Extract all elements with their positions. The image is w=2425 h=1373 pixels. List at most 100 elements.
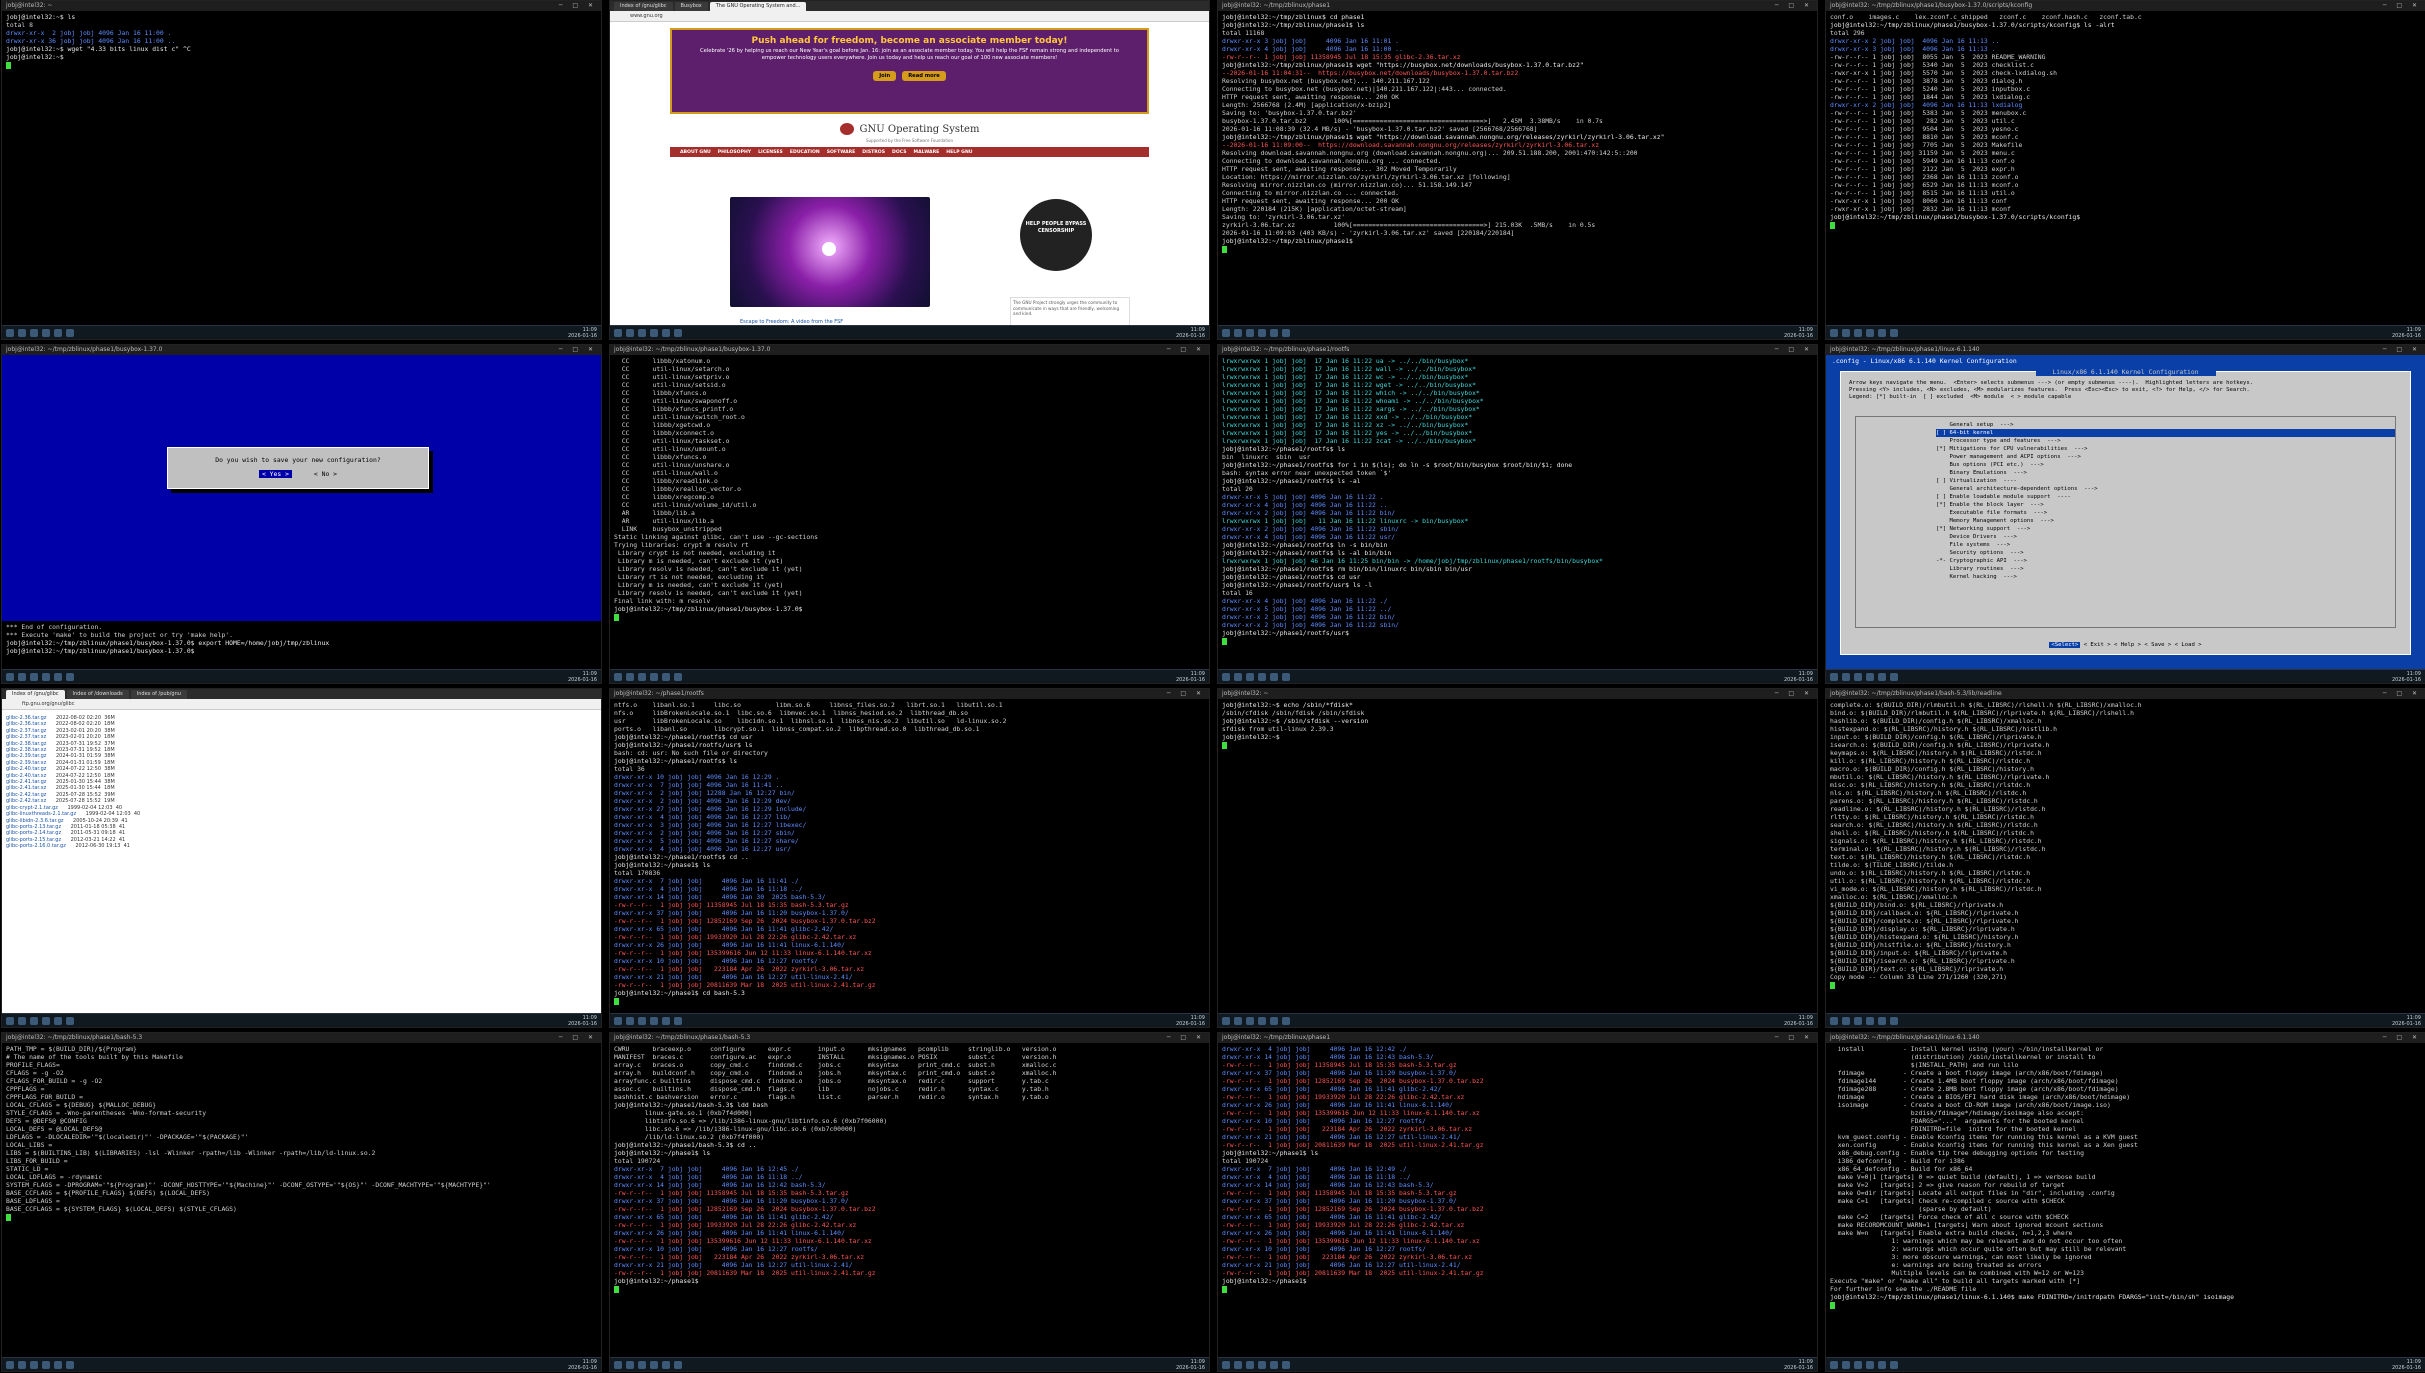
menuconfig-button[interactable]: < Save > — [2144, 642, 2171, 648]
file-link[interactable]: glibc-2.36.tar.gz — [6, 715, 46, 721]
window-controls[interactable]: ─ □ ✕ — [2383, 689, 2425, 699]
taskbar-app-icon[interactable] — [626, 1016, 634, 1025]
nav-item[interactable]: HELP GNU — [946, 150, 972, 155]
taskbar-app-icon[interactable] — [1234, 1360, 1242, 1369]
file-link[interactable]: glibc-2.40.tar.xz — [6, 773, 46, 779]
file-link[interactable]: glibc-2.40.tar.gz — [6, 766, 46, 772]
taskbar-app-icon[interactable] — [1854, 1016, 1862, 1025]
taskbar-app-icon[interactable] — [1258, 1360, 1266, 1369]
taskbar-app-icon[interactable] — [614, 672, 622, 681]
taskbar-app-icon[interactable] — [626, 672, 634, 681]
taskbar-app-icon[interactable] — [1234, 672, 1242, 681]
taskbar-app-icon[interactable] — [6, 672, 14, 681]
window-controls[interactable]: ─ □ ✕ — [1775, 689, 1817, 699]
browser-tab[interactable]: Busybox — [674, 2, 708, 11]
window-controls[interactable]: ─ □ ✕ — [1167, 689, 1209, 699]
menuconfig-button[interactable]: <Select> — [2049, 642, 2081, 648]
file-link[interactable]: glibc-2.42.tar.xz — [6, 798, 46, 804]
file-link[interactable]: glibc-2.39.tar.xz — [6, 760, 46, 766]
browser-tab[interactable]: Index of /gnu/glibc — [6, 690, 65, 699]
window-controls[interactable]: ─ □ ✕ — [1775, 1, 1817, 11]
file-link[interactable]: glibc-2.41.tar.xz — [6, 785, 46, 791]
taskbar-app-icon[interactable] — [650, 672, 658, 681]
taskbar-app-icon[interactable] — [638, 1016, 646, 1025]
taskbar-app-icon[interactable] — [54, 1016, 62, 1025]
taskbar-app-icon[interactable] — [1854, 328, 1862, 337]
menuconfig-item[interactable]: General architecture-dependent options -… — [1936, 485, 2395, 493]
menuconfig-item[interactable]: -*- Cryptographic API ---> — [1936, 557, 2395, 565]
file-link[interactable]: glibc-ports-2.15.tar.gz — [6, 837, 61, 843]
taskbar-app-icon[interactable] — [1830, 1016, 1838, 1025]
taskbar-app-icon[interactable] — [1246, 672, 1254, 681]
taskbar-app-icon[interactable] — [1222, 1360, 1230, 1369]
file-link[interactable]: glibc-ports-2.16.0.tar.gz — [6, 843, 66, 849]
window-controls[interactable]: ─ □ ✕ — [2383, 345, 2425, 355]
file-link[interactable]: glibc-2.37.tar.xz — [6, 734, 46, 740]
taskbar-app-icon[interactable] — [650, 328, 658, 337]
menuconfig-item[interactable]: [*] Mitigations for CPU vulnerabilities … — [1936, 445, 2395, 453]
address-bar[interactable]: ftp.gnu.org/gnu/glibc — [2, 699, 601, 710]
taskbar-app-icon[interactable] — [1258, 672, 1266, 681]
terminal-output[interactable]: complete.o: $(BUILD_DIR)/rlmbutil.h $(RL… — [1826, 699, 2425, 1013]
window-controls[interactable]: ─ □ ✕ — [1775, 345, 1817, 355]
browser-tab[interactable]: Index of /downloads — [66, 690, 129, 699]
terminal-output[interactable]: jobj@intel32:~$ ls total 8 drwxr-xr-x 2 jo… — [2, 11, 601, 325]
window-controls[interactable]: ─ □ ✕ — [559, 1033, 601, 1043]
taskbar-app-icon[interactable] — [18, 328, 26, 337]
window-controls[interactable]: ─ □ ✕ — [559, 1, 601, 11]
taskbar-app-icon[interactable] — [1222, 1016, 1230, 1025]
file-link[interactable]: glibc-2.39.tar.gz — [6, 753, 46, 759]
join-button[interactable]: Join — [873, 71, 897, 81]
menuconfig-button[interactable]: < Exit > — [2084, 642, 2111, 648]
taskbar-app-icon[interactable] — [1890, 1360, 1898, 1369]
menuconfig-item[interactable]: [ ] 64-bit kernel — [1936, 429, 2395, 437]
taskbar-app-icon[interactable] — [1830, 328, 1838, 337]
taskbar-app-icon[interactable] — [1270, 1016, 1278, 1025]
taskbar-app-icon[interactable] — [6, 328, 14, 337]
taskbar-app-icon[interactable] — [626, 1360, 634, 1369]
menuconfig-item[interactable]: Power management and ACPI options ---> — [1936, 453, 2395, 461]
taskbar-app-icon[interactable] — [6, 1360, 14, 1369]
taskbar-app-icon[interactable] — [1866, 1016, 1874, 1025]
taskbar-app-icon[interactable] — [674, 1360, 682, 1369]
taskbar-app-icon[interactable] — [1222, 328, 1230, 337]
menuconfig-item[interactable]: [*] Networking support ---> — [1936, 525, 2395, 533]
taskbar-app-icon[interactable] — [1890, 672, 1898, 681]
taskbar-app-icon[interactable] — [66, 672, 74, 681]
taskbar-app-icon[interactable] — [66, 328, 74, 337]
video-player[interactable] — [730, 197, 930, 307]
taskbar-app-icon[interactable] — [42, 328, 50, 337]
yes-button[interactable]: < Yes > — [258, 470, 292, 478]
taskbar-app-icon[interactable] — [1878, 1016, 1886, 1025]
taskbar-app-icon[interactable] — [614, 1016, 622, 1025]
window-controls[interactable]: ─ □ ✕ — [1167, 345, 1209, 355]
file-link[interactable]: glibc-libidn-2.3.6.tar.gz — [6, 818, 64, 824]
taskbar-app-icon[interactable] — [1878, 672, 1886, 681]
taskbar-app-icon[interactable] — [30, 328, 38, 337]
file-link[interactable]: glibc-2.41.tar.gz — [6, 779, 46, 785]
taskbar-app-icon[interactable] — [1258, 1016, 1266, 1025]
menuconfig-item[interactable]: Memory Management options ---> — [1936, 517, 2395, 525]
window-controls[interactable]: ─ □ ✕ — [2383, 1033, 2425, 1043]
terminal-output[interactable]: install - Install kernel using (your) ~/… — [1826, 1043, 2425, 1357]
no-button[interactable]: < No > — [314, 470, 337, 478]
file-link[interactable]: glibc-2.38.tar.gz — [6, 741, 46, 747]
taskbar-app-icon[interactable] — [30, 1360, 38, 1369]
taskbar-app-icon[interactable] — [1878, 328, 1886, 337]
address-bar[interactable]: www.gnu.org — [610, 11, 1209, 22]
file-link[interactable]: glibc-2.37.tar.gz — [6, 728, 46, 734]
terminal-output[interactable]: ntfs.o libanl.so.1 libc.so libm.so.6 lib… — [610, 699, 1209, 1013]
taskbar-app-icon[interactable] — [638, 328, 646, 337]
window-controls[interactable]: ─ □ ✕ — [559, 345, 601, 355]
nav-item[interactable]: MALWARE — [914, 150, 940, 155]
terminal-output[interactable]: drwxr-xr-x 4 jobj jobj 4096 Jan 16 12:42… — [1218, 1043, 1817, 1357]
taskbar-app-icon[interactable] — [6, 1016, 14, 1025]
taskbar-app-icon[interactable] — [1866, 672, 1874, 681]
taskbar-app-icon[interactable] — [1234, 1016, 1242, 1025]
taskbar-app-icon[interactable] — [1842, 328, 1850, 337]
taskbar-app-icon[interactable] — [638, 1360, 646, 1369]
file-link[interactable]: glibc-2.42.tar.gz — [6, 792, 46, 798]
taskbar-app-icon[interactable] — [1282, 672, 1290, 681]
menuconfig-item[interactable]: Binary Emulations ---> — [1936, 469, 2395, 477]
taskbar-app-icon[interactable] — [54, 1360, 62, 1369]
